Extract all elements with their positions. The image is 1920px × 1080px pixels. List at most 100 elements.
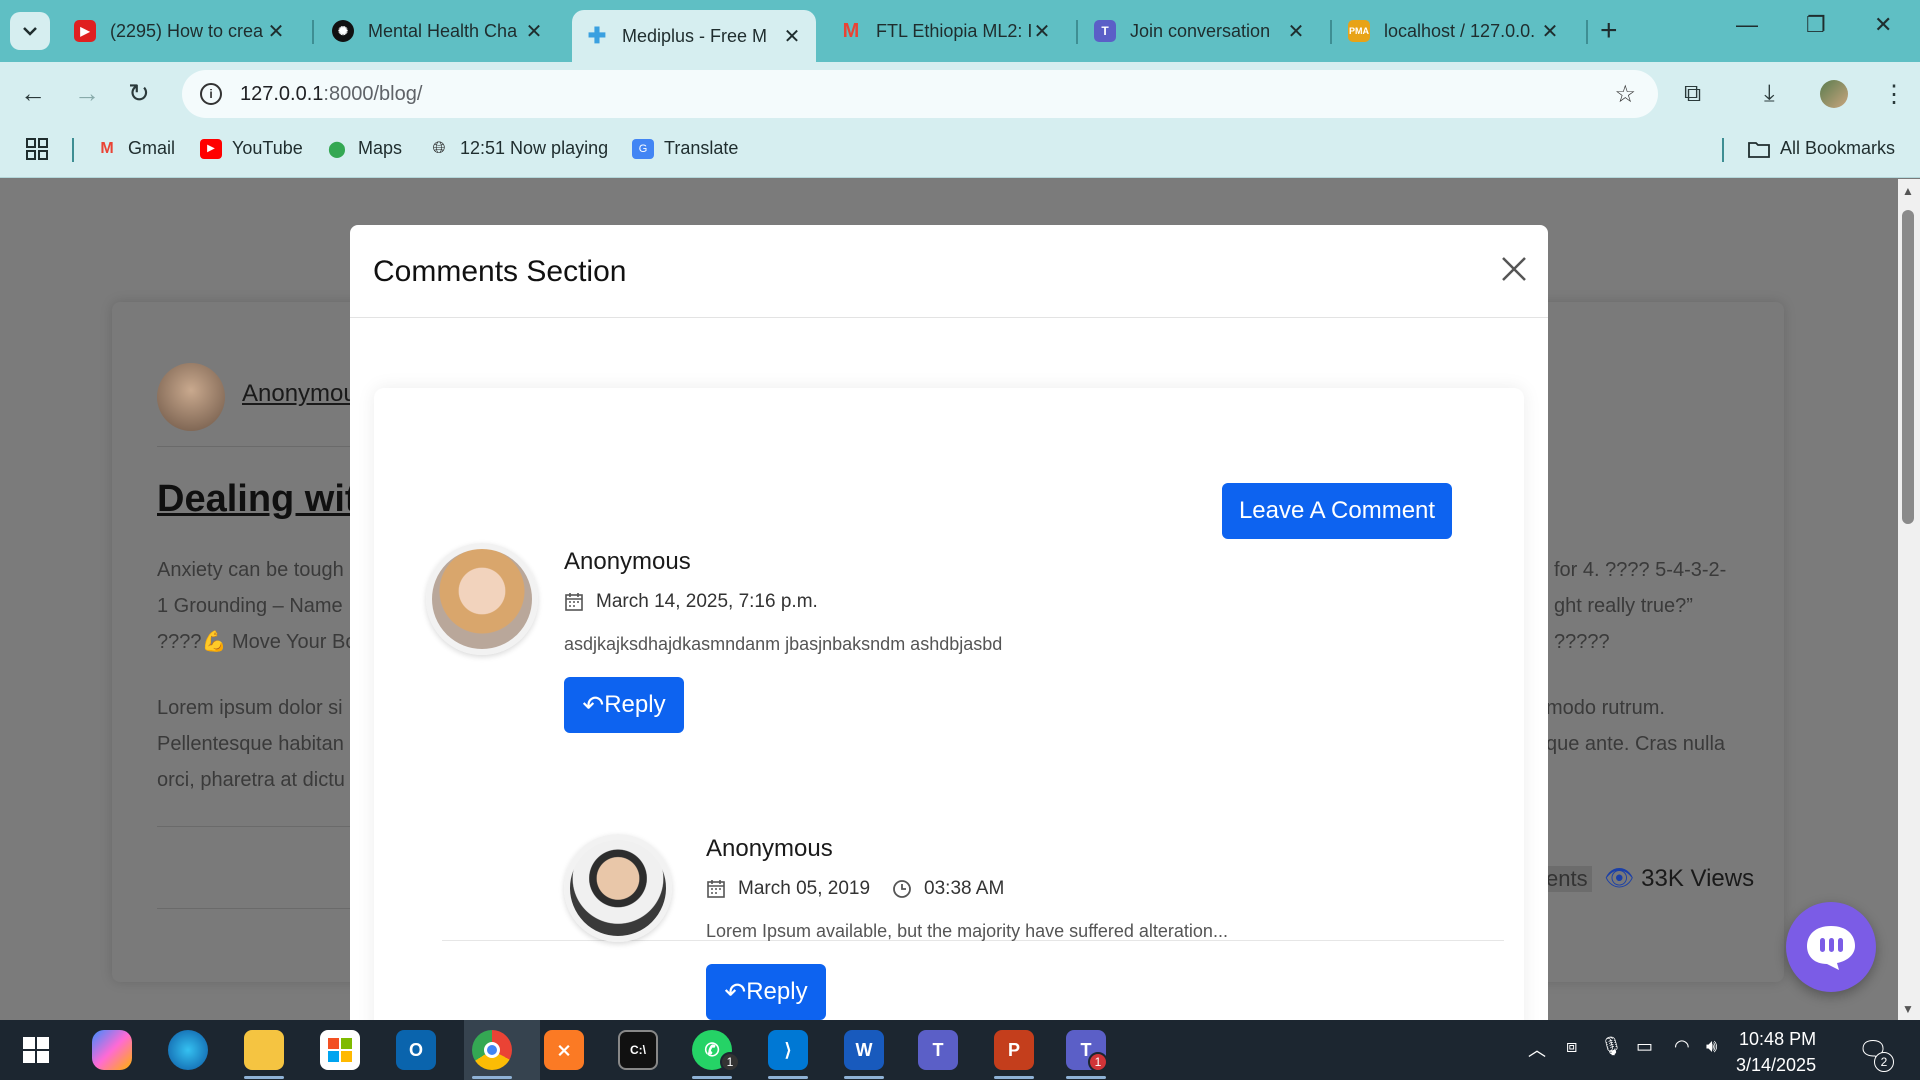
xampp-icon[interactable]: ⨯	[544, 1030, 584, 1070]
close-tab-icon[interactable]: ✕	[1540, 19, 1560, 44]
tab-mental-health[interactable]: ✺ Mental Health Cha ✕	[318, 10, 558, 52]
leave-comment-button[interactable]: Leave A Comment	[1222, 483, 1452, 539]
speaker-icon[interactable]: 🔊︎	[1706, 1036, 1717, 1057]
comment-author: Anonymous	[564, 548, 691, 575]
address-path: :8000/blog/	[323, 82, 423, 105]
reply-label: Reply	[746, 978, 808, 1005]
reply-button[interactable]: ↶ Reply	[706, 964, 826, 1020]
tab-mediplus[interactable]: ✚ Mediplus - Free M ✕	[572, 10, 816, 62]
reply-label: Reply	[604, 691, 666, 718]
menu-dots-icon[interactable]: ⋮	[1882, 80, 1906, 109]
tab-search-button[interactable]	[10, 12, 50, 50]
bookmark-gmail[interactable]: M Gmail	[96, 138, 175, 159]
reload-icon[interactable]: ↻	[128, 78, 150, 109]
bookmark-translate[interactable]: G Translate	[632, 138, 738, 159]
reply-button[interactable]: ↶ Reply	[564, 677, 684, 733]
close-tab-icon[interactable]: ✕	[782, 24, 802, 49]
blog-comments-link[interactable]: ents	[1542, 866, 1592, 892]
teams-badge: 1	[1088, 1052, 1108, 1072]
comment-text: Lorem Ipsum available, but the majority …	[706, 921, 1228, 941]
battery-icon[interactable]: ▭	[1636, 1036, 1653, 1057]
views-label: 33K Views	[1641, 865, 1755, 892]
copilot-icon[interactable]	[92, 1030, 132, 1070]
minimize-window-button[interactable]: —	[1736, 12, 1758, 38]
scroll-up-arrow-icon[interactable]: ▲	[1902, 184, 1914, 198]
chrome-icon[interactable]	[472, 1030, 512, 1070]
download-icon[interactable]: ⤓	[1764, 80, 1775, 108]
microsoft-store-icon[interactable]	[320, 1030, 360, 1070]
bookmark-now-playing[interactable]: 🌐︎ 12:51 Now playing	[428, 138, 609, 159]
comment-date: March 14, 2025, 7:16 p.m.	[564, 591, 818, 613]
edge-browser-icon[interactable]	[168, 1030, 208, 1070]
blog-paragraph-1-right: for 4. ???? 5-4-3-2- ght really true?”???…	[1554, 559, 1727, 653]
translate-icon: G	[632, 138, 654, 159]
profile-avatar[interactable]	[1820, 80, 1848, 108]
comment-date-text: March 14, 2025, 7:16 p.m.	[596, 591, 818, 612]
calendar-icon	[565, 593, 583, 611]
running-indicator	[768, 1076, 808, 1079]
modal-title: Comments Section	[373, 255, 627, 288]
windows-start-icon[interactable]	[16, 1030, 56, 1070]
terminal-icon[interactable]: C:\	[618, 1030, 658, 1070]
bookmark-separator	[72, 138, 74, 162]
address-bar[interactable]: i 127.0.0.1:8000/blog/ ☆	[182, 70, 1658, 118]
bookmark-label: 12:51 Now playing	[460, 138, 609, 158]
vscode-icon[interactable]: ⟩	[768, 1030, 808, 1070]
scrollbar-thumb[interactable]	[1902, 210, 1914, 524]
site-info-icon[interactable]: i	[200, 83, 222, 105]
new-tab-button[interactable]: +	[1600, 14, 1618, 48]
bookmark-star-icon[interactable]: ☆	[1614, 80, 1636, 109]
running-indicator	[994, 1076, 1034, 1079]
extensions-icon[interactable]: ⧉	[1684, 80, 1701, 108]
close-modal-button[interactable]	[1496, 251, 1532, 287]
comment-avatar	[426, 543, 538, 655]
teams-icon[interactable]: T	[918, 1030, 958, 1070]
restore-window-button[interactable]: ❐	[1806, 12, 1826, 38]
forward-arrow-icon[interactable]: →	[74, 78, 100, 109]
back-arrow-icon[interactable]: ←	[20, 78, 46, 109]
tab-gmail[interactable]: M FTL Ethiopia ML2: I ✕	[826, 10, 1066, 52]
word-icon[interactable]: W	[844, 1030, 884, 1070]
globe-icon: 🌐︎	[432, 139, 446, 157]
tab-title: Mediplus - Free M	[622, 25, 768, 46]
calendar-icon	[707, 880, 725, 898]
tab-youtube[interactable]: ▶ (2295) How to crea ✕	[60, 10, 300, 52]
microphone-icon[interactable]: 🎙︎	[1600, 1036, 1623, 1057]
youtube-icon: ▶	[200, 138, 222, 159]
tray-chevron-up-icon[interactable]: ︿	[1528, 1036, 1546, 1062]
medical-cross-icon: ✚	[587, 23, 607, 48]
meet-now-icon[interactable]: ⧈	[1566, 1036, 1577, 1057]
running-indicator	[472, 1076, 512, 1079]
notification-badge: 2	[1874, 1052, 1894, 1072]
tab-title: (2295) How to crea	[110, 20, 264, 41]
wifi-icon[interactable]: ◠	[1674, 1036, 1690, 1057]
bookmark-youtube[interactable]: ▶ YouTube	[200, 138, 303, 159]
bookmark-label: Translate	[664, 138, 739, 158]
running-indicator	[244, 1076, 284, 1079]
close-tab-icon[interactable]: ✕	[1286, 19, 1306, 44]
close-icon	[1502, 257, 1526, 281]
scroll-down-arrow-icon[interactable]: ▼	[1902, 1002, 1914, 1016]
apps-grid-icon[interactable]	[26, 138, 48, 160]
running-indicator	[844, 1076, 884, 1079]
tab-title: FTL Ethiopia ML2: I	[876, 20, 1032, 41]
tab-teams[interactable]: T Join conversation ✕	[1080, 10, 1320, 52]
outlook-icon[interactable]: O	[396, 1030, 436, 1070]
close-window-button[interactable]: ✕	[1874, 12, 1892, 38]
file-explorer-icon[interactable]	[244, 1030, 284, 1070]
close-tab-icon[interactable]: ✕	[524, 19, 544, 44]
reply-arrow-icon: ↶	[582, 689, 605, 720]
all-bookmarks-label: All Bookmarks	[1780, 138, 1896, 158]
tab-phpmyadmin[interactable]: PMA localhost / 127.0.0. ✕	[1334, 10, 1574, 52]
powerpoint-icon[interactable]: P	[994, 1030, 1034, 1070]
taskbar-clock[interactable]: 10:48 PM 3/14/2025	[1736, 1026, 1816, 1078]
blog-author-link[interactable]: Anonymou	[242, 380, 357, 408]
all-bookmarks-button[interactable]: All Bookmarks	[1748, 138, 1895, 159]
chat-widget-button[interactable]	[1786, 902, 1876, 992]
running-indicator	[692, 1076, 732, 1079]
blog-post-title[interactable]: Dealing wit	[157, 478, 358, 521]
close-tab-icon[interactable]: ✕	[266, 19, 286, 44]
comment-author: Anonymous	[706, 835, 833, 862]
bookmark-maps[interactable]: ⬤ Maps	[326, 138, 402, 159]
close-tab-icon[interactable]: ✕	[1032, 19, 1052, 44]
